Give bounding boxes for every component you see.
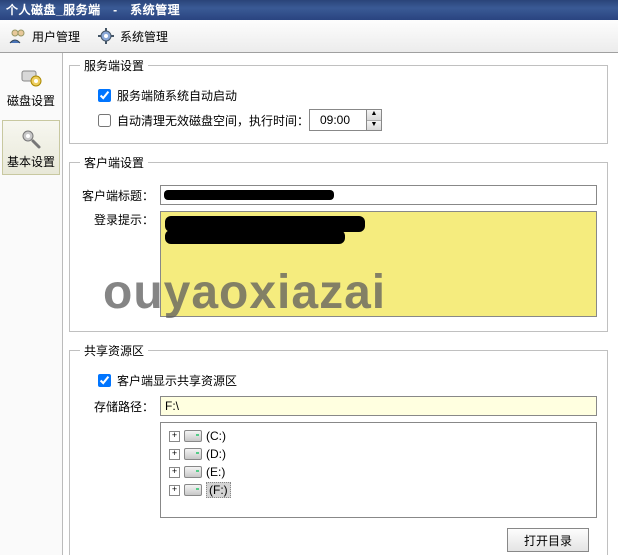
share-enable-label[interactable]: 客户端显示共享资源区 <box>117 372 237 389</box>
storage-path-input[interactable] <box>160 396 597 416</box>
window-titlebar: 个人磁盘_服务端 - 系统管理 <box>0 0 618 20</box>
redacted-text <box>165 230 345 244</box>
drive-icon <box>184 466 202 478</box>
client-settings-legend: 客户端设置 <box>80 154 148 171</box>
autostart-label[interactable]: 服务端随系统自动启动 <box>117 87 237 104</box>
sidebar-label: 磁盘设置 <box>3 92 59 109</box>
login-prompt-label: 登录提示： <box>80 211 154 228</box>
server-settings-group: 服务端设置 服务端随系统自动启动 自动清理无效磁盘空间，执行时间： ▲ ▼ <box>69 57 608 144</box>
share-enable-checkbox[interactable] <box>98 374 111 387</box>
toolbar-sys-mgmt[interactable]: 系统管理 <box>88 22 176 50</box>
login-prompt-textarea[interactable] <box>160 211 597 317</box>
drive-label: (E:) <box>206 465 225 479</box>
toolbar: 用户管理 系统管理 <box>0 20 618 53</box>
drive-label: (D:) <box>206 447 226 461</box>
client-title-label: 客户端标题： <box>80 187 154 204</box>
share-settings-legend: 共享资源区 <box>80 342 148 359</box>
spinner-down-icon[interactable]: ▼ <box>367 121 381 131</box>
autoclean-time-spinner[interactable]: ▲ ▼ <box>309 109 382 131</box>
sidebar-item-disk-setting[interactable]: 磁盘设置 <box>2 59 60 114</box>
drive-tree-item[interactable]: + (E:) <box>169 463 588 481</box>
drive-label: (F:) <box>206 482 231 498</box>
share-settings-group: 共享资源区 客户端显示共享资源区 存储路径： + (C:) + (D:) + (E:) + (… <box>69 342 608 555</box>
storage-path-label: 存储路径： <box>80 398 154 415</box>
content-pane: ouyaoxiazai 服务端设置 服务端随系统自动启动 自动清理无效磁盘空间，… <box>63 53 618 555</box>
spinner-up-icon[interactable]: ▲ <box>367 110 381 121</box>
sidebar-item-basic-setting[interactable]: 基本设置 <box>2 120 60 175</box>
autoclean-checkbox[interactable] <box>98 114 111 127</box>
window-title: 个人磁盘_服务端 - 系统管理 <box>6 3 180 17</box>
client-settings-group: 客户端设置 客户端标题： 登录提示： <box>69 154 608 332</box>
drive-label: (C:) <box>206 429 226 443</box>
toolbar-label: 用户管理 <box>32 28 80 45</box>
open-dir-button[interactable]: 打开目录 <box>507 528 589 552</box>
drive-tree-item[interactable]: + (D:) <box>169 445 588 463</box>
drive-tree-item[interactable]: + (F:) <box>169 481 588 499</box>
autostart-checkbox[interactable] <box>98 89 111 102</box>
wrench-gear-icon <box>19 127 43 151</box>
autoclean-label[interactable]: 自动清理无效磁盘空间，执行时间： <box>117 112 309 129</box>
drive-icon <box>184 484 202 496</box>
drive-tree-item[interactable]: + (C:) <box>169 427 588 445</box>
users-icon <box>8 26 28 46</box>
drive-icon <box>184 430 202 442</box>
sidebar-label: 基本设置 <box>3 153 59 170</box>
disk-gear-icon <box>19 66 43 90</box>
autoclean-time-input[interactable] <box>310 110 360 130</box>
toolbar-user-mgmt[interactable]: 用户管理 <box>0 22 88 50</box>
tree-expand-icon[interactable]: + <box>169 431 180 442</box>
redacted-text <box>164 190 334 200</box>
drive-icon <box>184 448 202 460</box>
tree-expand-icon[interactable]: + <box>169 449 180 460</box>
tree-expand-icon[interactable]: + <box>169 467 180 478</box>
server-settings-legend: 服务端设置 <box>80 57 148 74</box>
tree-expand-icon[interactable]: + <box>169 485 180 496</box>
gear-icon <box>96 26 116 46</box>
drive-tree[interactable]: + (C:) + (D:) + (E:) + (F:) <box>160 422 597 518</box>
sidebar: 磁盘设置 基本设置 <box>0 53 63 555</box>
toolbar-label: 系统管理 <box>120 28 168 45</box>
